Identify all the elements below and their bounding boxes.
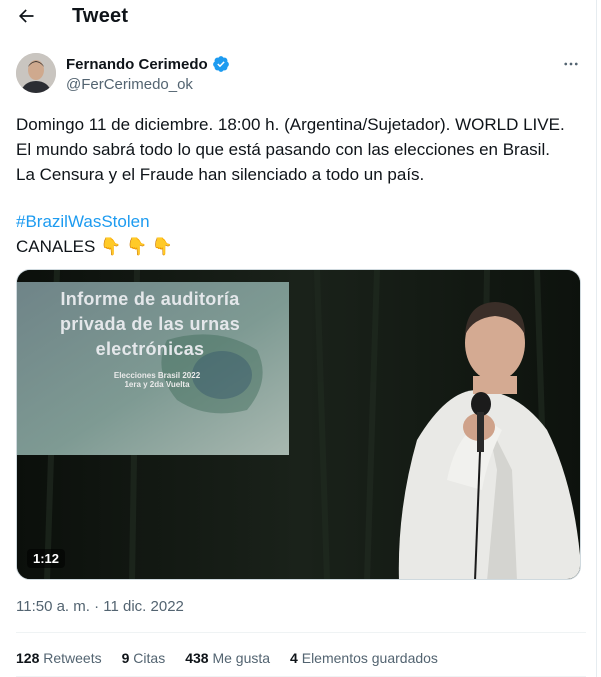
- divider: [16, 632, 586, 633]
- retweets-stat[interactable]: 128 Retweets: [16, 650, 102, 666]
- pointing-down-emoji-icon: 👇 👇 👇: [100, 237, 174, 256]
- slide-title-line: Informe de auditoría: [60, 289, 240, 309]
- quotes-count: 9: [121, 650, 130, 666]
- tweet-timestamp[interactable]: 11:50 a. m. · 11 dic. 2022: [16, 598, 184, 615]
- author-handle[interactable]: @FerCerimedo_ok: [66, 76, 193, 93]
- avatar-image: [16, 53, 56, 93]
- retweets-label: Retweets: [43, 650, 102, 666]
- likes-stat[interactable]: 438 Me gusta: [185, 650, 270, 666]
- bookmarks-label: Elementos guardados: [301, 650, 438, 666]
- more-options-button[interactable]: [558, 53, 584, 75]
- arrow-left-icon: [19, 9, 34, 23]
- likes-label: Me gusta: [212, 650, 271, 666]
- tweet-line: La Censura y el Fraude han silenciado a …: [16, 165, 425, 184]
- more-horizontal-icon: [564, 62, 578, 66]
- slide-title: Informe de auditoría privada de las urna…: [35, 287, 265, 362]
- tweet-line: Domingo 11 de diciembre. 18:00 h. (Argen…: [16, 115, 565, 134]
- tweet-text: Domingo 11 de diciembre. 18:00 h. (Argen…: [16, 112, 586, 259]
- quotes-label: Citas: [133, 650, 166, 666]
- likes-count: 438: [185, 650, 209, 666]
- avatar[interactable]: [16, 53, 56, 93]
- page-header: Tweet: [0, 0, 601, 34]
- slide-title-line: privada de las urnas: [59, 314, 241, 334]
- hashtag-link[interactable]: #BrazilWasStolen: [16, 212, 150, 231]
- slide-subtitle-line: Elecciones Brasil 2022: [113, 371, 201, 380]
- quotes-stat[interactable]: 9 Citas: [122, 650, 166, 666]
- video-player[interactable]: Informe de auditoría privada de las urna…: [16, 269, 581, 580]
- slide-title-line: electrónicas: [95, 339, 205, 359]
- tweet-stats: 128 Retweets 9 Citas 438 Me gusta 4 Elem…: [16, 650, 438, 666]
- tweet-line: El mundo sabrá todo lo que está pasando …: [16, 140, 550, 159]
- back-button[interactable]: [12, 4, 40, 28]
- author-name-text: Fernando Cerimedo: [66, 55, 208, 73]
- tweet-author: Fernando Cerimedo @FerCerimedo_ok: [16, 51, 586, 97]
- author-name[interactable]: Fernando Cerimedo: [66, 55, 230, 73]
- video-duration-badge: 1:12: [27, 549, 66, 568]
- column-border: [596, 0, 597, 677]
- retweets-count: 128: [16, 650, 40, 666]
- slide-subtitle: Elecciones Brasil 2022 1era y 2da Vuelta: [37, 371, 277, 389]
- bookmarks-count: 4: [290, 650, 298, 666]
- page-title: Tweet: [72, 5, 129, 27]
- bookmarks-stat[interactable]: 4 Elementos guardados: [290, 650, 438, 666]
- verified-badge-icon: [212, 56, 229, 72]
- slide-subtitle-line: 1era y 2da Vuelta: [124, 380, 190, 389]
- canales-text: CANALES: [16, 237, 96, 256]
